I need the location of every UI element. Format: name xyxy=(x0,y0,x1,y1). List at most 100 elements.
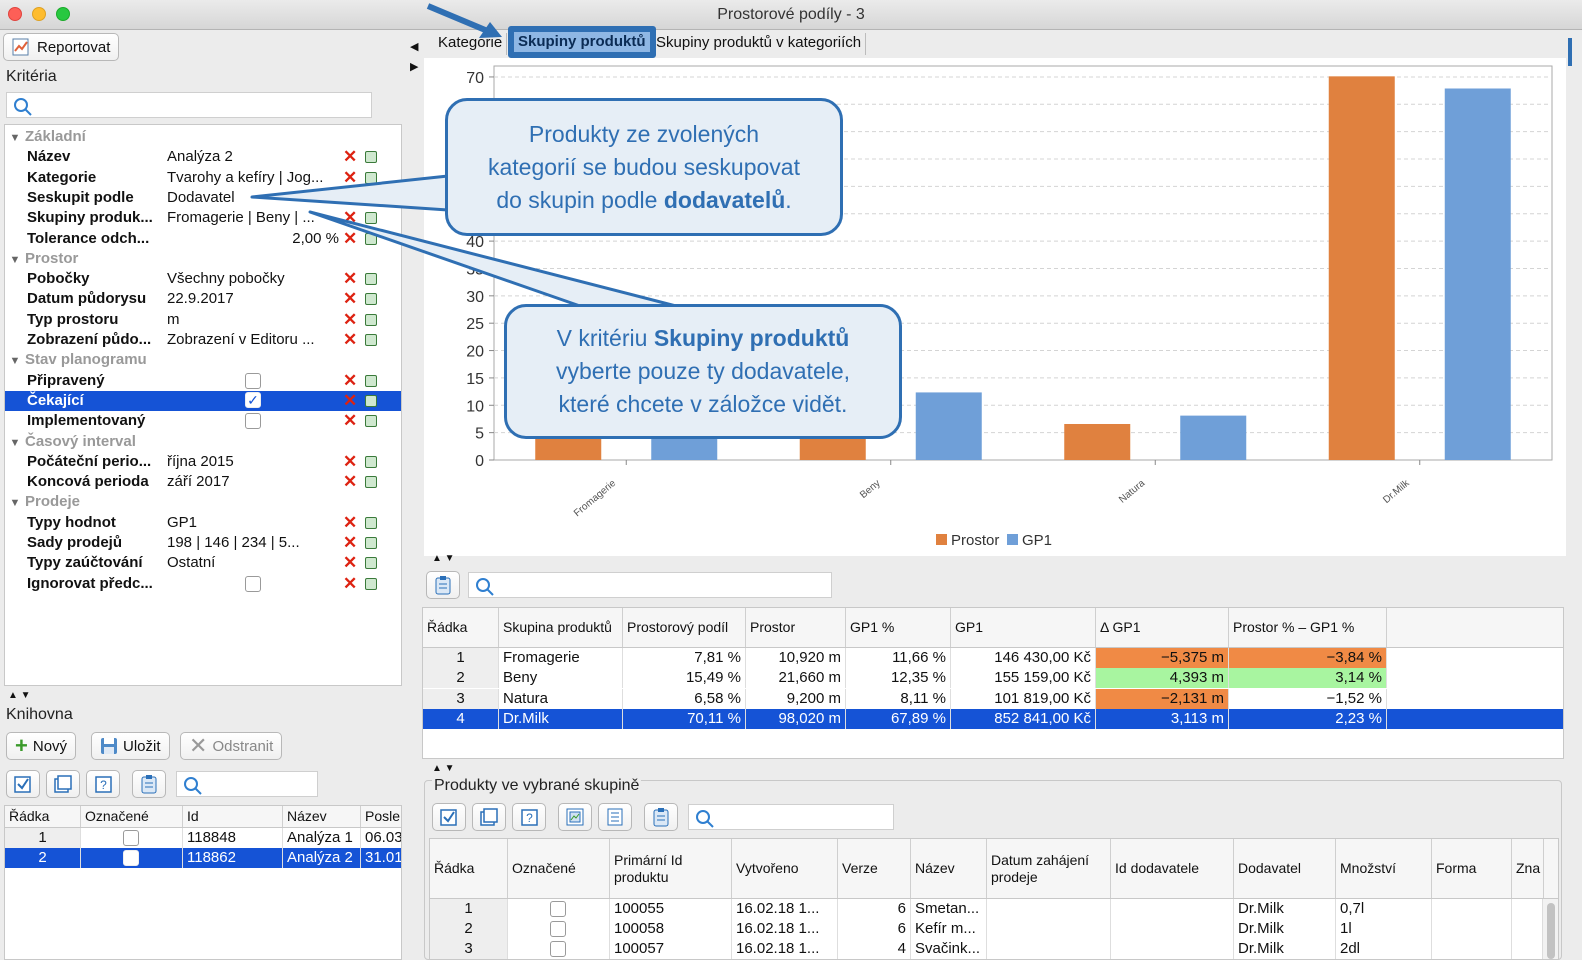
criteria-value[interactable]: 22.9.2017 xyxy=(167,289,339,309)
col-header[interactable]: GP1 % xyxy=(846,608,951,647)
col-header[interactable]: Označené xyxy=(508,839,610,898)
col-header[interactable]: Prostor % – GP1 % xyxy=(1229,608,1387,647)
check-all-button[interactable] xyxy=(432,803,466,831)
col-header[interactable]: Řádka xyxy=(430,839,508,898)
criteria-value[interactable]: Ostatní xyxy=(167,553,339,573)
tab-product-groups-in-categories[interactable]: Skupiny produktů v kategoriích xyxy=(652,33,867,55)
clear-x-icon[interactable]: ✕ xyxy=(343,147,357,167)
clipboard-button[interactable] xyxy=(132,770,166,798)
criteria-group-header[interactable]: ▼ Prodeje xyxy=(5,492,401,512)
criteria-search-input[interactable] xyxy=(6,92,372,118)
edit-icon[interactable] xyxy=(365,415,377,428)
col-header[interactable]: Vytvořeno xyxy=(732,839,838,898)
criteria-row[interactable]: Počáteční perio... října 2015 ✕ xyxy=(5,452,401,472)
criteria-row[interactable]: Kategorie Tvarohy a kefíry | Jog... ✕ xyxy=(5,168,401,188)
table-row-selected[interactable]: 4 Dr.Milk 70,11 % 98,020 m 67,89 % 852 841,00… xyxy=(423,708,1563,729)
criteria-row[interactable]: Datum půdorysu 22.9.2017 ✕ xyxy=(5,289,401,309)
criteria-row[interactable]: Pobočky Všechny pobočky ✕ xyxy=(5,269,401,289)
clear-x-icon[interactable]: ✕ xyxy=(343,371,357,391)
expand-triangle-icon[interactable]: ▼ xyxy=(5,128,25,148)
uncheck-all-button[interactable] xyxy=(46,770,80,798)
clear-x-icon[interactable]: ✕ xyxy=(343,168,357,188)
clear-x-icon[interactable]: ✕ xyxy=(343,310,357,330)
col-header[interactable]: Řádka xyxy=(423,608,499,647)
col-header[interactable]: Id dodavatele xyxy=(1111,839,1234,898)
edit-icon[interactable] xyxy=(365,476,377,489)
col-header[interactable]: Id xyxy=(183,806,283,827)
criteria-group-header[interactable]: ▼ Časový interval xyxy=(5,432,401,452)
col-header[interactable]: Skupina produktů xyxy=(499,608,623,647)
clear-x-icon[interactable]: ✕ xyxy=(343,391,357,411)
edit-icon[interactable] xyxy=(365,577,377,590)
col-header[interactable]: Název xyxy=(283,806,361,827)
col-header[interactable]: Prostorový podíl xyxy=(623,608,746,647)
vertical-scrollbar[interactable] xyxy=(1542,899,1558,959)
splitter-arrows-icon[interactable]: ▲ ▼ xyxy=(432,763,455,774)
invert-check-button[interactable]: ? xyxy=(512,803,546,831)
row-checkbox[interactable] xyxy=(123,830,139,846)
row-checkbox[interactable] xyxy=(550,921,566,937)
col-header[interactable]: Zna xyxy=(1512,839,1544,898)
row-checkbox[interactable] xyxy=(550,941,566,957)
clear-x-icon[interactable]: ✕ xyxy=(343,411,357,431)
edit-icon[interactable] xyxy=(365,334,377,346)
clear-x-icon[interactable]: ✕ xyxy=(343,533,357,553)
table-row[interactable]: 2 100058 16.02.18 1... 6 Kefír m... Dr.Milk 1l xyxy=(430,919,1558,939)
row-checkbox[interactable] xyxy=(550,901,566,917)
row-checkbox-cell[interactable] xyxy=(81,848,183,868)
clear-x-icon[interactable]: ✕ xyxy=(343,574,357,594)
new-button[interactable]: + Nový xyxy=(6,732,77,760)
groups-export-button[interactable] xyxy=(426,571,460,599)
criteria-value[interactable]: září 2017 xyxy=(167,472,339,492)
criteria-row[interactable]: Název Analýza 2 ✕ xyxy=(5,147,401,167)
col-header[interactable]: Forma xyxy=(1432,839,1512,898)
splitter-arrows-icon[interactable]: ▲ ▼ xyxy=(432,553,455,564)
col-header[interactable]: Posle xyxy=(361,806,401,827)
criteria-row[interactable]: Typ prostoru m ✕ xyxy=(5,310,401,330)
edit-icon[interactable] xyxy=(365,516,377,529)
edit-icon[interactable] xyxy=(365,212,377,225)
uncheck-all-button[interactable] xyxy=(472,803,506,831)
edit-icon[interactable] xyxy=(365,151,377,164)
row-checkbox-cell[interactable] xyxy=(508,919,610,939)
edit-icon[interactable] xyxy=(365,557,377,570)
clear-x-icon[interactable]: ✕ xyxy=(343,452,357,472)
row-checkbox-cell[interactable] xyxy=(508,939,610,959)
table-row[interactable]: 1 100055 16.02.18 1... 6 Smetan... Dr.Milk 0,7… xyxy=(430,899,1558,919)
table-row[interactable]: 3 100057 16.02.18 1... 4 Svačink... Dr.Milk 2d… xyxy=(430,939,1558,959)
clear-x-icon[interactable]: ✕ xyxy=(343,553,357,573)
row-checkbox-cell[interactable] xyxy=(81,828,183,848)
criteria-group-header[interactable]: ▼ Prostor xyxy=(5,249,401,269)
edit-icon[interactable] xyxy=(365,374,377,387)
col-header[interactable]: GP1 xyxy=(951,608,1096,647)
criteria-row[interactable]: Čekající ✓ ✕ xyxy=(5,390,401,411)
criteria-row[interactable]: Tolerance odch... 2,00 % ✕ xyxy=(5,229,401,249)
col-header[interactable]: Verze xyxy=(838,839,911,898)
clear-x-icon[interactable]: ✕ xyxy=(343,472,357,492)
edit-icon[interactable] xyxy=(365,537,377,549)
criteria-row[interactable]: Koncová perioda září 2017 ✕ xyxy=(5,472,401,492)
criteria-value[interactable]: Všechny pobočky xyxy=(167,269,339,289)
criteria-group-header[interactable]: ▼ Stav planogramu xyxy=(5,350,401,370)
edit-icon[interactable] xyxy=(365,455,377,468)
criteria-row[interactable]: Sady prodejů 198 | 146 | 234 | 5... ✕ xyxy=(5,533,401,553)
col-header[interactable]: Prostor xyxy=(746,608,846,647)
row-checkbox-cell[interactable] xyxy=(508,899,610,919)
splitter-arrows-icon[interactable]: ▲ ▼ xyxy=(8,690,31,701)
criteria-row[interactable]: Seskupit podle Dodavatel ✕ xyxy=(5,188,401,208)
save-button[interactable]: Uložit xyxy=(91,732,170,760)
expand-triangle-icon[interactable]: ▼ xyxy=(5,351,25,371)
clear-x-icon[interactable]: ✕ xyxy=(343,289,357,309)
expand-triangle-icon[interactable]: ▼ xyxy=(5,493,25,513)
criteria-value[interactable]: Tvarohy a kefíry | Jog... xyxy=(167,168,339,188)
col-header[interactable]: Označené xyxy=(81,806,183,827)
products-search-input[interactable] xyxy=(688,804,894,830)
check-all-button[interactable] xyxy=(6,770,40,798)
checkbox-checked[interactable]: ✓ xyxy=(245,391,261,408)
delete-button[interactable]: ✕ Odstranit xyxy=(180,732,283,760)
criteria-value[interactable]: m xyxy=(167,310,339,330)
table-row[interactable]: 1 Fromagerie 7,81 % 10,920 m 11,66 % 146 430,… xyxy=(423,648,1563,668)
criteria-group-header[interactable]: ▼ Základní xyxy=(5,127,401,147)
clear-x-icon[interactable]: ✕ xyxy=(343,513,357,533)
criteria-value[interactable]: Analýza 2 xyxy=(167,147,339,167)
